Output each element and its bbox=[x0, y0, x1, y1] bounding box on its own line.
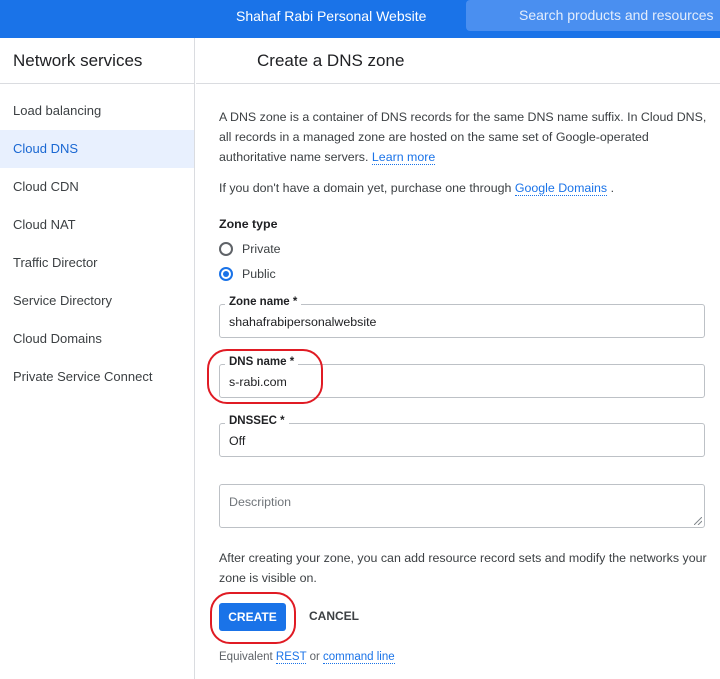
after-text: After creating your zone, you can add re… bbox=[219, 548, 707, 588]
zone-name-label: Zone name * bbox=[225, 296, 302, 308]
equivalent-text: Equivalent bbox=[219, 651, 273, 663]
zone-name-field[interactable]: Zone name * shahafrabipersonalwebsite bbox=[219, 296, 705, 338]
sidebar-item-cloud-nat[interactable]: Cloud NAT bbox=[0, 206, 194, 244]
domain-text-lead: If you don't have a domain yet, purchase… bbox=[219, 181, 512, 195]
cancel-button[interactable]: CANCEL bbox=[309, 609, 359, 623]
sidebar-nav: Load balancing Cloud DNS Cloud CDN Cloud… bbox=[0, 92, 194, 396]
intro-text: A DNS zone is a container of DNS records… bbox=[219, 107, 706, 167]
domain-text: If you don't have a domain yet, purchase… bbox=[219, 178, 614, 198]
google-domains-link[interactable]: Google Domains bbox=[514, 181, 608, 196]
after-line-1: After creating your zone, you can add re… bbox=[219, 551, 707, 565]
zone-type-label: Zone type bbox=[219, 217, 278, 231]
intro-line-2: all records in a managed zone are hosted… bbox=[219, 130, 649, 144]
description-field[interactable]: Description bbox=[219, 484, 705, 528]
page-title: Create a DNS zone bbox=[257, 51, 405, 70]
command-line-link[interactable]: command line bbox=[323, 651, 395, 664]
intro-line-3: authoritative name servers. Learn more bbox=[219, 147, 706, 167]
page-header: Create a DNS zone bbox=[196, 38, 720, 84]
create-highlight bbox=[210, 592, 296, 644]
radio-public-label: Public bbox=[242, 267, 276, 281]
radio-public-circle[interactable] bbox=[219, 267, 233, 281]
sidebar: Network services Load balancing Cloud DN… bbox=[0, 38, 195, 679]
sidebar-title: Network services bbox=[0, 38, 194, 84]
project-name[interactable]: Shahaf Rabi Personal Website bbox=[236, 8, 426, 24]
sidebar-item-cloud-cdn[interactable]: Cloud CDN bbox=[0, 168, 194, 206]
after-line-2: zone is visible on. bbox=[219, 571, 317, 585]
dnssec-value: Off bbox=[229, 434, 246, 448]
radio-private[interactable]: Private bbox=[219, 240, 281, 258]
radio-private-circle[interactable] bbox=[219, 242, 233, 256]
sidebar-item-load-balancing[interactable]: Load balancing bbox=[0, 92, 194, 130]
intro-line-1: A DNS zone is a container of DNS records… bbox=[219, 110, 707, 124]
radio-public[interactable]: Public bbox=[219, 265, 276, 283]
radio-private-label: Private bbox=[242, 242, 281, 256]
resize-handle-icon[interactable] bbox=[694, 517, 702, 525]
rest-link[interactable]: REST bbox=[275, 651, 307, 664]
or-text: or bbox=[309, 651, 320, 663]
domain-text-tail: . bbox=[610, 181, 615, 195]
sidebar-item-cloud-domains[interactable]: Cloud Domains bbox=[0, 320, 194, 358]
sidebar-item-service-directory[interactable]: Service Directory bbox=[0, 282, 194, 320]
intro-line-3-text: authoritative name servers. bbox=[219, 150, 369, 164]
sidebar-item-private-service-connect[interactable]: Private Service Connect bbox=[0, 358, 194, 396]
search-placeholder: Search products and resources bbox=[519, 7, 714, 23]
top-bar: Shahaf Rabi Personal Website Search prod… bbox=[0, 0, 720, 38]
dnssec-label: DNSSEC * bbox=[225, 415, 289, 427]
dnssec-field[interactable]: DNSSEC * Off bbox=[219, 415, 705, 457]
sidebar-item-cloud-dns[interactable]: Cloud DNS bbox=[0, 130, 194, 168]
equivalent-footer: Equivalent REST or command line bbox=[219, 651, 395, 664]
dns-name-highlight bbox=[207, 349, 323, 404]
description-placeholder: Description bbox=[229, 495, 291, 509]
sidebar-item-traffic-director[interactable]: Traffic Director bbox=[0, 244, 194, 282]
learn-more-link[interactable]: Learn more bbox=[371, 150, 436, 165]
zone-name-value: shahafrabipersonalwebsite bbox=[229, 315, 377, 329]
search-box[interactable]: Search products and resources bbox=[466, 0, 720, 31]
